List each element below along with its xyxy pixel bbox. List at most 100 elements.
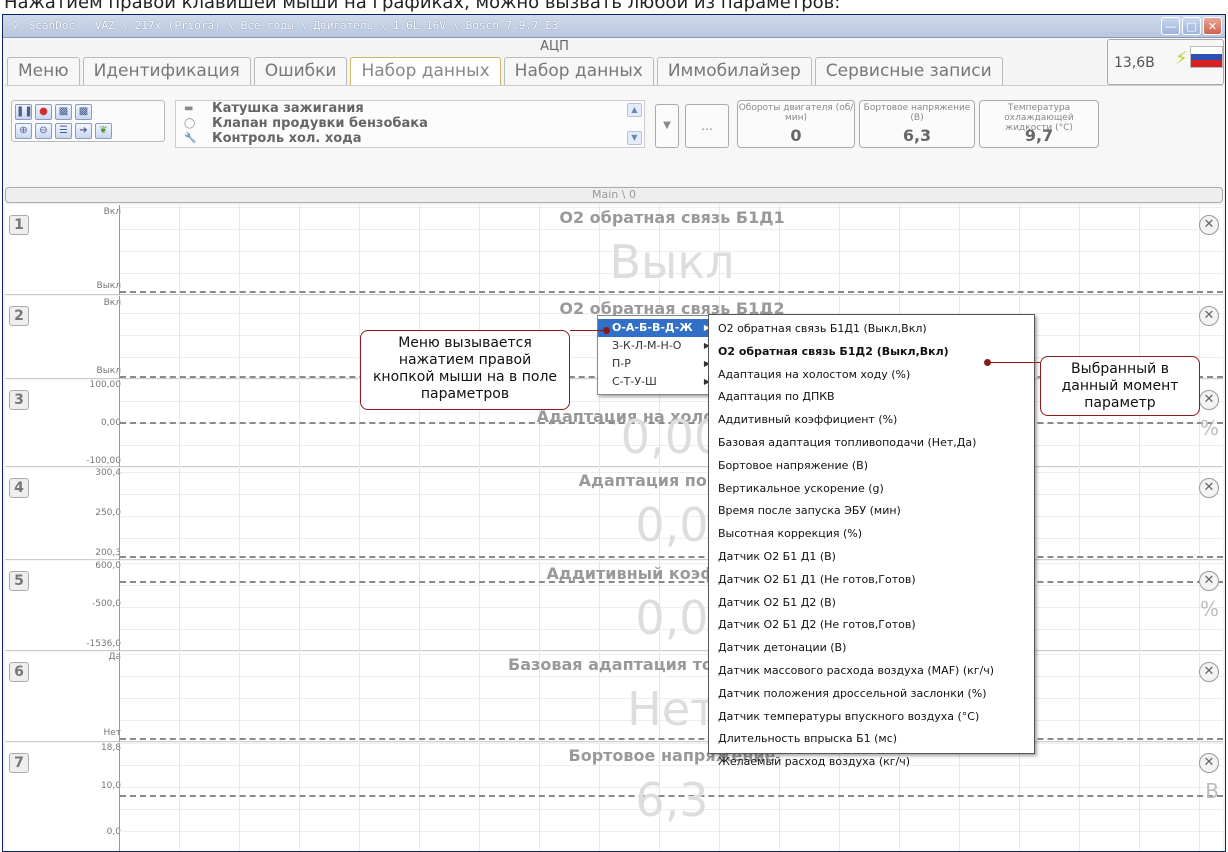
channel-area[interactable]: 1 Вкл Выкл O2 обратная связь Б1Д1 Выкл ✕… <box>5 205 1223 851</box>
close-icon[interactable]: ✕ <box>1199 753 1219 773</box>
channel-plot[interactable]: Бортовое напряжение 6,3 <box>119 743 1223 851</box>
param-item[interactable]: 🔧 Контроль хол. хода <box>176 131 644 146</box>
scroll-down-icon[interactable]: ▼ <box>627 131 642 145</box>
close-icon[interactable]: ✕ <box>1199 478 1219 498</box>
toolbar: ❚❚ ● ▩ ▩ ⊕ ⊖ ☰ ➜ ❦ ▬ Катушка зажигания ◯… <box>5 85 1223 185</box>
callout-right: Выбранный в данный момент параметр <box>1040 356 1200 416</box>
submenu-item[interactable]: Датчик O2 Б1 Д2 (В) <box>709 592 1034 615</box>
channel-unit: % <box>1199 597 1219 621</box>
tab-menu[interactable]: Меню <box>7 57 80 85</box>
menu-item-group-s-sh[interactable]: С-Т-У-Ш ▶ <box>598 373 714 391</box>
tab-service-records[interactable]: Сервисные записи <box>814 57 1003 85</box>
maximize-button[interactable]: □ <box>1182 17 1201 35</box>
menu-item-group-o-zh[interactable]: О-А-Б-В-Д-Ж ▶ <box>598 319 714 337</box>
close-icon[interactable]: ✕ <box>1199 215 1219 235</box>
submenu-item[interactable]: Датчик O2 Б1 Д2 (Не готов,Готов) <box>709 614 1034 637</box>
channel-plot[interactable]: Базовая адаптация топливоподачи Нет <box>119 652 1223 742</box>
leaf-icon[interactable]: ❦ <box>95 123 112 139</box>
channel-1[interactable]: 1 Вкл Выкл O2 обратная связь Б1Д1 Выкл ✕ <box>5 205 1223 295</box>
parameter-list[interactable]: ▬ Катушка зажигания ◯ Клапан продувки бе… <box>175 100 645 148</box>
y-tick: -100,00 <box>86 456 121 466</box>
close-button[interactable]: ✕ <box>1203 17 1222 35</box>
submenu-item[interactable]: Датчик O2 Б1 Д1 (В) <box>709 546 1034 569</box>
submenu-item[interactable]: Вертикальное ускорение (g) <box>709 478 1034 501</box>
menu-item-label: П-Р <box>612 357 631 370</box>
close-icon[interactable]: ✕ <box>1199 306 1219 326</box>
tab-identification[interactable]: Идентификация <box>82 57 251 85</box>
y-tick: 100,00 <box>89 380 122 390</box>
columns-icon[interactable]: ☰ <box>55 123 72 139</box>
channel-value: Выкл <box>609 235 735 289</box>
menu-item-group-z-o[interactable]: З-К-Л-М-Н-О ▶ <box>598 337 714 355</box>
main-bar: Main \ 0 <box>5 187 1223 203</box>
tab-bar: Меню Идентификация Ошибки Набор данных Н… <box>7 57 1006 85</box>
submenu-item[interactable]: Адаптация по ДПКВ <box>709 386 1034 409</box>
language-flag-icon[interactable] <box>1190 46 1223 68</box>
channel-plot[interactable]: Адаптация по ДПКВ 0,0 <box>119 468 1223 560</box>
parameter-submenu: O2 обратная связь Б1Д1 (Выкл,Вкл) O2 обр… <box>708 314 1035 768</box>
param-scrollbar[interactable]: ▲ ▼ <box>627 103 642 147</box>
adc-label: АЦП <box>540 39 569 54</box>
chevron-down-icon[interactable]: ▼ <box>655 104 679 148</box>
submenu-item[interactable]: Датчик детонации (В) <box>709 637 1034 660</box>
menu-item-group-p-r[interactable]: П-Р ▶ <box>598 355 714 373</box>
scroll-up-icon[interactable]: ▲ <box>627 103 642 117</box>
callout-left: Меню вызывается нажатием правой кнопкой … <box>360 330 570 410</box>
y-tick: Выкл <box>96 281 121 291</box>
channel-title: Адаптация по ДПКВ <box>578 471 766 490</box>
channel-6[interactable]: 6 Да Нет Базовая адаптация топливоподачи… <box>5 652 1223 742</box>
zoom-in-icon[interactable]: ⊕ <box>15 123 32 139</box>
title-bar: ⚲ ScanDoc - VAZ \ 217x (Priora) \ Все го… <box>3 15 1225 38</box>
y-tick: Выкл <box>96 366 121 376</box>
channel-plot[interactable]: O2 обратная связь Б1Д1 Выкл <box>119 205 1223 295</box>
channel-title: Аддитивный коэффициент <box>546 564 798 583</box>
channel-7[interactable]: 7 18,8 10,0 0,0 Бортовое напряжение 6,3 … <box>5 743 1223 851</box>
submenu-item[interactable]: Длительность впрыска Б1 (мс) <box>709 728 1034 751</box>
window-title: ScanDoc - VAZ \ 217x (Priora) \ Все годы… <box>28 19 559 32</box>
app-window: ⚲ ScanDoc - VAZ \ 217x (Priora) \ Все го… <box>2 14 1226 852</box>
signal-line <box>120 738 1223 740</box>
param-item[interactable]: ◯ Клапан продувки бензобака <box>176 116 644 131</box>
submenu-item[interactable]: Датчик массового расхода воздуха (MAF) (… <box>709 660 1034 683</box>
channel-value: 6,3 <box>635 773 709 827</box>
submenu-item[interactable]: Адаптация на холостом ходу (%) <box>709 364 1034 387</box>
record-icon[interactable]: ● <box>35 104 52 120</box>
close-icon[interactable]: ✕ <box>1199 662 1219 682</box>
close-icon[interactable]: ✕ <box>1199 571 1219 591</box>
channel-value: Нет <box>627 682 717 736</box>
minimize-button[interactable]: — <box>1161 17 1180 35</box>
channel-4[interactable]: 4 300,4 250,0 200,3 Адаптация по ДПКВ 0,… <box>5 468 1223 560</box>
y-tick: 10,0 <box>100 781 121 791</box>
y-tick: -500,0 <box>91 599 121 609</box>
submenu-item[interactable]: Бортовое напряжение (В) <box>709 455 1034 478</box>
channel-number: 5 <box>9 571 29 591</box>
submenu-item[interactable]: Высотная коррекция (%) <box>709 523 1034 546</box>
tab-errors[interactable]: Ошибки <box>253 57 348 85</box>
channel-value: 0,0 <box>635 591 709 645</box>
context-menu: О-А-Б-В-Д-Ж ▶ З-К-Л-М-Н-О ▶ П-Р ▶ С-Т-У-… <box>597 315 715 395</box>
more-button[interactable]: ... <box>685 104 729 148</box>
channel-plot[interactable]: Аддитивный коэффициент 0,0 <box>119 561 1223 651</box>
channel-number: 2 <box>9 306 29 326</box>
export-icon[interactable]: ➜ <box>75 123 92 139</box>
submenu-item[interactable]: O2 обратная связь Б1Д1 (Выкл,Вкл) <box>709 318 1034 341</box>
channel-5[interactable]: 5 600,0 -500,0 -1536,0 Аддитивный коэффи… <box>5 561 1223 651</box>
tab-data-set-active[interactable]: Набор данных <box>350 57 501 85</box>
submenu-item[interactable]: Аддитивный коэффициент (%) <box>709 409 1034 432</box>
param-item[interactable]: ▬ Катушка зажигания <box>176 101 644 116</box>
submenu-item[interactable]: Время после запуска ЭБУ (мин) <box>709 500 1034 523</box>
tab-data-set[interactable]: Набор данных <box>503 57 654 85</box>
tab-immobilizer[interactable]: Иммобилайзер <box>656 57 812 85</box>
submenu-item[interactable]: Датчик положения дроссельной заслонки (%… <box>709 683 1034 706</box>
zoom-out-icon[interactable]: ⊖ <box>35 123 52 139</box>
submenu-item[interactable]: Датчик температуры впускного воздуха (°С… <box>709 706 1034 729</box>
submenu-item[interactable]: Базовая адаптация топливоподачи (Нет,Да) <box>709 432 1034 455</box>
y-tick: 600,0 <box>95 561 121 571</box>
submenu-item[interactable]: Желаемый расход воздуха (кг/ч) <box>709 751 1034 774</box>
close-icon[interactable]: ✕ <box>1199 390 1219 410</box>
open-icon[interactable]: ▩ <box>75 104 92 120</box>
save-icon[interactable]: ▩ <box>55 104 72 120</box>
pause-icon[interactable]: ❚❚ <box>15 104 33 120</box>
submenu-item[interactable]: Датчик O2 Б1 Д1 (Не готов,Готов) <box>709 569 1034 592</box>
y-tick: 0,00 <box>100 418 121 428</box>
